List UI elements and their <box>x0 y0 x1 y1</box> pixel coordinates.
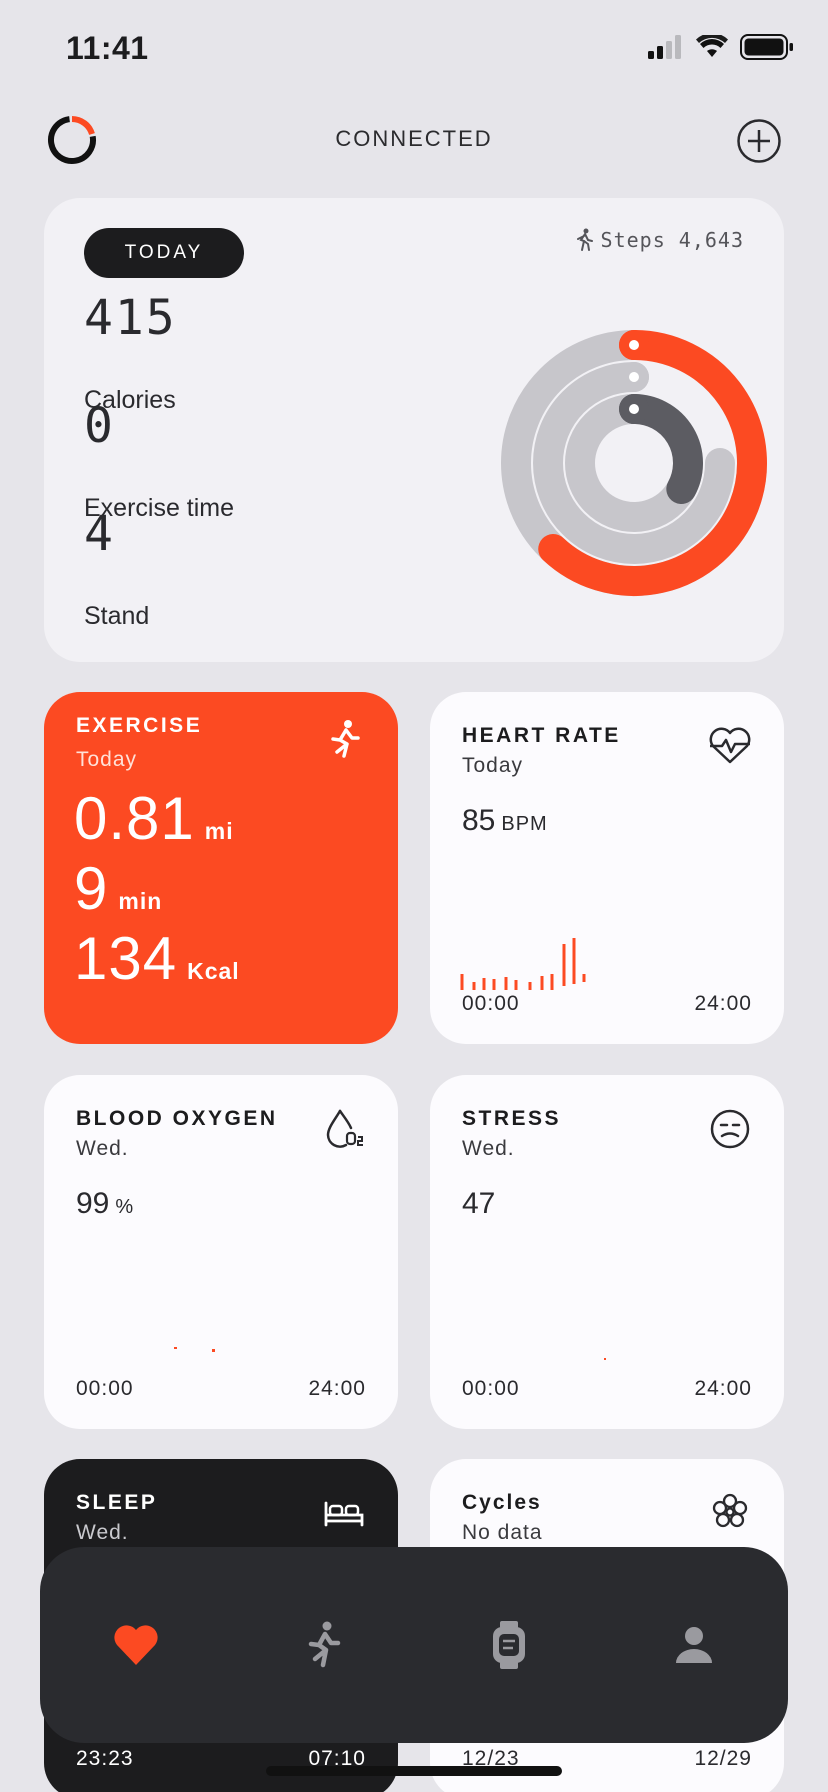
today-pill[interactable]: TODAY <box>84 228 244 278</box>
duration-value: 9 <box>74 855 109 922</box>
face-icon <box>710 1109 750 1149</box>
stand-label: Stand <box>84 602 150 630</box>
stress-chart <box>604 1358 606 1360</box>
status-icons <box>648 34 794 60</box>
sleep-axis-start: 23:23 <box>76 1747 134 1770</box>
stress-axis-end: 24:00 <box>694 1377 752 1400</box>
status-bar: 11:41 <box>0 0 828 100</box>
energy-line: 134 Kcal <box>74 924 240 993</box>
heart-rate-tile[interactable]: HEART RATE Today 85 BPM 00:00 24:00 <box>430 692 784 1044</box>
wifi-icon <box>696 35 728 57</box>
blood-oxygen-chart <box>174 1347 215 1352</box>
stress-title: STRESS <box>462 1107 562 1130</box>
stand-ring-icon <box>629 404 639 414</box>
heart-rate-axis-start: 00:00 <box>462 992 520 1015</box>
stress-point <box>604 1358 606 1360</box>
stand-value: 4 <box>84 506 115 562</box>
steps-counter: Steps 4,643 <box>575 228 744 252</box>
heart-rate-axis-end: 24:00 <box>694 992 752 1015</box>
energy-value: 134 <box>74 925 178 992</box>
stress-tile[interactable]: STRESS Wed. 47 00:00 24:00 <box>430 1075 784 1429</box>
blood-oxygen-unit: % <box>115 1196 135 1218</box>
cycles-sub: No data <box>462 1521 543 1544</box>
cycles-axis-end: 12/29 <box>694 1747 752 1770</box>
oxygen-drop-icon <box>326 1109 363 1148</box>
tab-bar <box>40 1547 788 1743</box>
activity-rings <box>501 330 767 596</box>
blood-oxygen-value: 99 <box>76 1187 110 1220</box>
exercise-title: EXERCISE <box>76 714 203 737</box>
bed-icon <box>324 1501 364 1527</box>
walking-icon <box>576 228 593 251</box>
tab-device[interactable] <box>477 1613 541 1677</box>
exercise-ring-icon <box>629 372 639 382</box>
spo2-point <box>212 1349 215 1352</box>
distance-unit: mi <box>204 818 234 844</box>
running-icon <box>308 1621 341 1668</box>
spo2-point <box>174 1347 177 1349</box>
heart-rate-sub: Today <box>462 754 524 777</box>
flower-icon <box>712 1493 748 1528</box>
watch-icon <box>493 1621 525 1669</box>
tab-profile[interactable] <box>662 1613 726 1677</box>
blood-oxygen-value-line: 99 % <box>76 1187 134 1221</box>
sleep-sub: Wed. <box>76 1521 129 1544</box>
heart-rate-unit: BPM <box>501 813 548 835</box>
heart-rate-value-line: 85 BPM <box>462 804 548 838</box>
duration-line: 9 min <box>74 854 162 923</box>
stress-sub: Wed. <box>462 1137 515 1160</box>
calories-value: 415 <box>84 290 177 346</box>
home-indicator <box>266 1766 562 1776</box>
today-summary-card[interactable]: TODAY Steps 4,643 415 Calories 0 Exercis… <box>44 198 784 662</box>
battery-icon <box>740 34 793 60</box>
heart-icon <box>114 1625 158 1665</box>
heart-rate-value: 85 <box>462 804 496 837</box>
cycles-title: Cycles <box>462 1491 542 1514</box>
blood-oxygen-axis-start: 00:00 <box>76 1377 134 1400</box>
heart-pulse-icon <box>709 727 751 764</box>
blood-oxygen-axis-end: 24:00 <box>308 1377 366 1400</box>
stress-axis-start: 00:00 <box>462 1377 520 1400</box>
blood-oxygen-sub: Wed. <box>76 1137 129 1160</box>
cellular-signal-icon <box>648 35 681 59</box>
tab-health[interactable] <box>104 1613 168 1677</box>
top-bar: CONNECTED <box>0 108 828 172</box>
exercise-tile[interactable]: EXERCISE Today 0.81 mi 9 min 134 Kcal <box>44 692 398 1044</box>
stress-value-line: 47 <box>462 1187 495 1221</box>
steps-text: Steps 4,643 <box>600 228 744 252</box>
stress-value: 47 <box>462 1187 496 1220</box>
distance-value: 0.81 <box>74 785 195 852</box>
tab-workout[interactable] <box>290 1613 354 1677</box>
status-time: 11:41 <box>66 30 149 66</box>
add-button[interactable] <box>736 118 782 164</box>
exercise-sub: Today <box>76 748 138 771</box>
blood-oxygen-tile[interactable]: BLOOD OXYGEN Wed. 99 % 00:00 24:00 <box>44 1075 398 1429</box>
blood-oxygen-title: BLOOD OXYGEN <box>76 1107 278 1130</box>
connection-status: CONNECTED <box>335 126 493 151</box>
energy-unit: Kcal <box>187 958 240 984</box>
person-icon <box>676 1627 712 1663</box>
heart-rate-chart <box>460 938 586 990</box>
calories-ring-icon <box>629 340 639 350</box>
distance-line: 0.81 mi <box>74 784 234 853</box>
heart-rate-title: HEART RATE <box>462 724 621 747</box>
sleep-title: SLEEP <box>76 1491 158 1514</box>
running-icon <box>331 720 360 758</box>
duration-unit: min <box>118 888 163 914</box>
exercise-time-value: 0 <box>84 398 115 454</box>
